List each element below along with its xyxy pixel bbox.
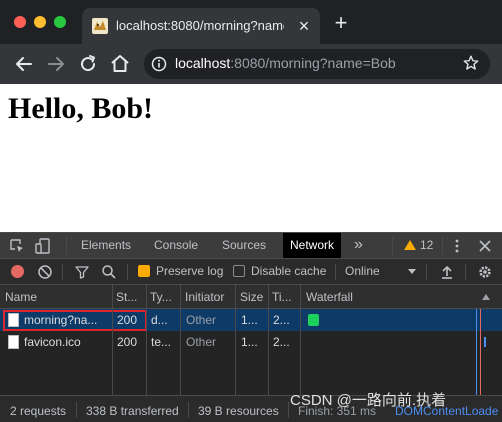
waterfall-domcontentloaded-line: [476, 309, 477, 395]
close-tab-icon[interactable]: ×: [294, 16, 314, 36]
clear-icon[interactable]: [37, 264, 53, 280]
column-divider: [300, 285, 301, 395]
home-icon[interactable]: [108, 52, 132, 76]
tab-console[interactable]: Console: [147, 233, 205, 258]
kebab-menu-icon[interactable]: [448, 237, 466, 255]
filter-icon[interactable]: [74, 264, 90, 280]
column-waterfall[interactable]: Waterfall: [306, 290, 406, 304]
url-host: localhost: [175, 55, 231, 71]
divider: [426, 264, 427, 280]
annotation-highlight-box: [3, 310, 147, 331]
record-button[interactable]: [11, 265, 24, 278]
column-time[interactable]: Ti...: [272, 290, 298, 304]
warnings-counter[interactable]: 12: [404, 238, 433, 254]
tab-sources[interactable]: Sources: [215, 233, 273, 258]
reload-icon[interactable]: [76, 52, 100, 76]
close-window-button[interactable]: [14, 16, 26, 28]
column-status[interactable]: St...: [116, 290, 146, 304]
devtools-panel: Elements Console Sources Network » 12 Pr…: [0, 232, 502, 422]
close-devtools-icon[interactable]: [476, 237, 494, 255]
url-path: :8080/morning?name=Bob: [230, 55, 396, 71]
device-toolbar-icon[interactable]: [34, 237, 52, 255]
column-initiator[interactable]: Initiator: [185, 290, 235, 304]
request-name: favicon.ico: [24, 335, 81, 349]
url-text: localhost:8080/morning?name=Bob: [175, 55, 396, 71]
waterfall-load-line: [480, 309, 481, 395]
requests-count: 2 requests: [10, 404, 67, 418]
column-size[interactable]: Size: [240, 290, 268, 304]
divider: [66, 237, 67, 255]
request-size: 1...: [241, 313, 258, 327]
bookmark-star-icon[interactable]: [462, 54, 480, 72]
browser-toolbar: localhost:8080/morning?name=Bob: [0, 44, 502, 84]
chevron-down-icon: [408, 269, 416, 274]
browser-window: localhost:8080/morning?name=B × + loca: [0, 0, 502, 422]
network-requests-table: Name St... Ty... Initiator Size Ti... Wa…: [0, 285, 502, 395]
disable-cache-checkbox[interactable]: [233, 265, 245, 277]
divider: [335, 264, 336, 280]
more-tabs-button[interactable]: »: [354, 233, 363, 258]
divider: [392, 237, 393, 255]
forward-arrow-icon[interactable]: [44, 52, 68, 76]
warning-count: 12: [420, 238, 434, 252]
request-status: 200: [117, 335, 138, 349]
table-row[interactable]: morning?na... 200 d... Other 1... 2...: [0, 309, 502, 331]
address-bar[interactable]: localhost:8080/morning?name=Bob: [144, 49, 490, 79]
request-initiator: Other: [186, 313, 217, 327]
divider: [288, 402, 289, 418]
divider: [442, 237, 443, 255]
page-heading: Hello, Bob!: [8, 92, 154, 125]
request-type: d...: [151, 313, 168, 327]
inspect-element-icon[interactable]: [8, 237, 26, 255]
request-time: 2...: [273, 313, 290, 327]
file-icon: [8, 335, 19, 349]
network-toolbar: Preserve log Disable cache Online: [0, 259, 502, 285]
column-divider: [146, 285, 147, 395]
request-initiator: Other: [186, 335, 217, 349]
request-type: te...: [151, 335, 172, 349]
tab-network[interactable]: Network: [283, 233, 342, 258]
resources-size: 39 B resources: [198, 404, 279, 418]
maximize-window-button[interactable]: [54, 16, 66, 28]
new-tab-button[interactable]: +: [330, 12, 352, 34]
devtools-tab-bar: Elements Console Sources Network » 12: [0, 233, 502, 259]
transferred-size: 338 B transferred: [86, 404, 179, 418]
site-info-icon[interactable]: [151, 56, 167, 72]
preserve-log-label: Preserve log: [156, 264, 224, 278]
column-divider: [268, 285, 269, 395]
divider: [62, 264, 63, 280]
column-divider: [235, 285, 236, 395]
waterfall-tick: [484, 337, 486, 347]
divider: [76, 402, 77, 418]
tomcat-favicon-icon: [92, 18, 108, 34]
column-name[interactable]: Name: [5, 290, 105, 304]
import-har-icon[interactable]: [439, 264, 455, 280]
browser-tab[interactable]: localhost:8080/morning?name=B ×: [82, 8, 320, 44]
tab-title: localhost:8080/morning?name=B: [116, 18, 284, 33]
divider: [465, 264, 466, 280]
preserve-log-checkbox[interactable]: [138, 265, 150, 277]
throttling-select[interactable]: Online: [345, 264, 380, 278]
gear-icon[interactable]: [477, 264, 493, 280]
table-row[interactable]: favicon.ico 200 te... Other 1... 2...: [0, 331, 502, 353]
divider: [188, 402, 189, 418]
waterfall-bar: [308, 314, 319, 326]
column-type[interactable]: Ty...: [150, 290, 177, 304]
page-content: Hello, Bob!: [0, 84, 502, 232]
divider: [127, 264, 128, 280]
disable-cache-label: Disable cache: [251, 264, 327, 278]
column-divider: [180, 285, 181, 395]
request-time: 2...: [273, 335, 290, 349]
minimize-window-button[interactable]: [34, 16, 46, 28]
sort-ascending-icon: [482, 294, 490, 300]
back-arrow-icon[interactable]: [12, 52, 36, 76]
warning-icon: [404, 240, 416, 250]
tab-elements[interactable]: Elements: [74, 233, 138, 258]
table-header: Name St... Ty... Initiator Size Ti... Wa…: [0, 285, 502, 309]
column-divider: [112, 285, 113, 395]
search-icon[interactable]: [101, 264, 117, 280]
tab-strip: localhost:8080/morning?name=B × +: [0, 0, 502, 44]
csdn-watermark: CSDN @一路向前.执着: [290, 392, 447, 409]
request-size: 1...: [241, 335, 258, 349]
